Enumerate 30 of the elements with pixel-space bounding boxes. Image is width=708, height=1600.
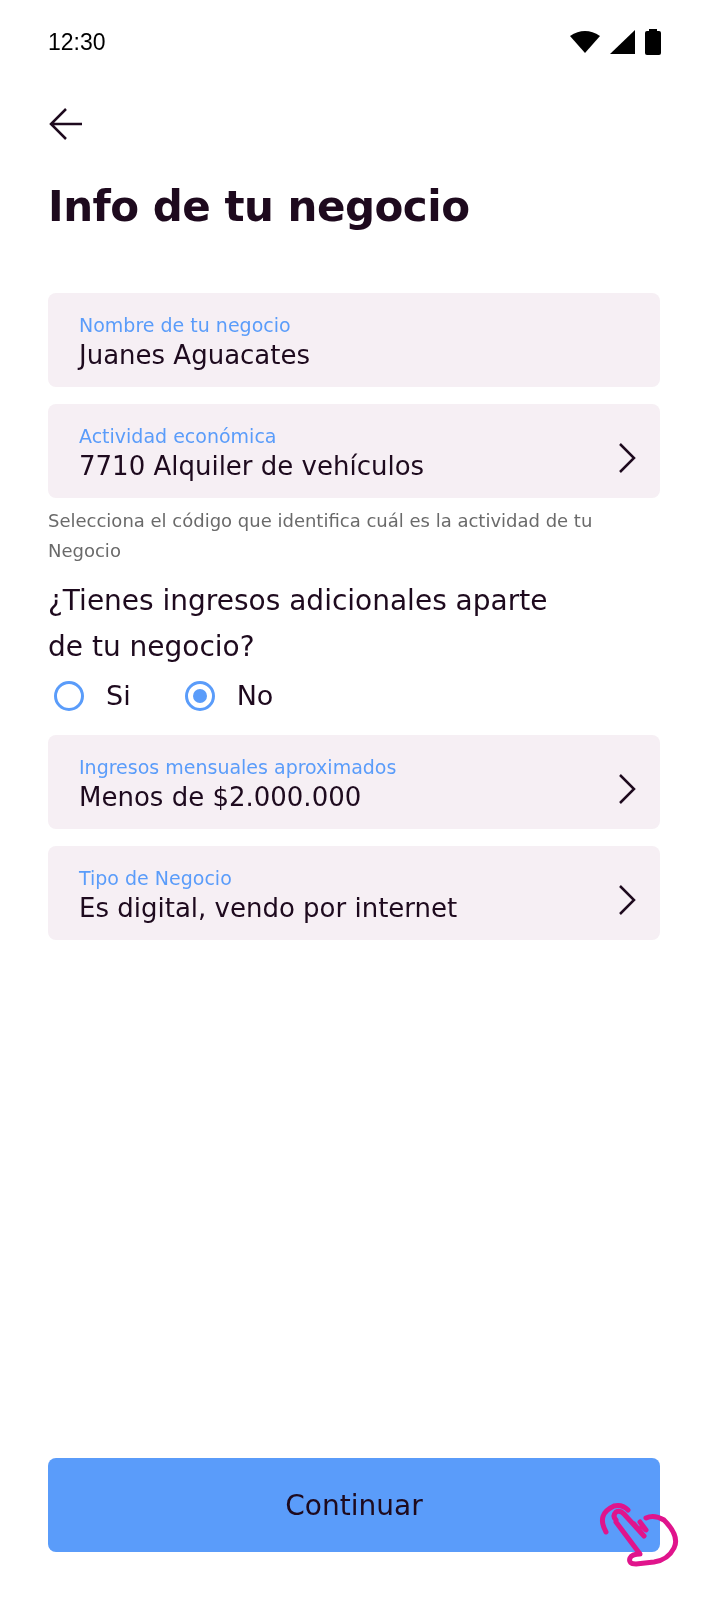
chevron-right-icon bbox=[618, 773, 636, 805]
helper-text: Selecciona el código que identifica cuál es la actividad de tu Negocio bbox=[48, 509, 594, 563]
chevron-right-icon bbox=[618, 442, 636, 474]
field-value: Juanes Aguacates bbox=[79, 339, 311, 372]
radio-label: Si bbox=[106, 680, 131, 711]
question-text: ¿Tienes ingresos adicionales aparte de tu negocio? bbox=[48, 583, 549, 665]
field-label: Nombre de tu negocio bbox=[79, 313, 292, 338]
wifi-icon bbox=[570, 31, 600, 53]
select-field[interactable]: Ingresos mensuales aproximados Menos de $2.000.000 bbox=[48, 735, 660, 829]
radio-icon[interactable] bbox=[54, 680, 84, 711]
field-value: 7710 Alquiler de vehículos bbox=[79, 450, 425, 483]
page-title: Info de tu negocio bbox=[48, 182, 471, 231]
field-value: Es digital, vendo por internet bbox=[79, 892, 458, 925]
select-field[interactable]: Actividad económica 7710 Alquiler de vehículos bbox=[48, 404, 660, 498]
text-field[interactable]: Nombre de tu negocio Juanes Aguacates bbox=[48, 293, 660, 387]
signal-icon bbox=[610, 30, 635, 54]
field-label: Actividad económica bbox=[79, 424, 278, 449]
back-arrow-icon bbox=[48, 106, 84, 142]
radio-icon[interactable] bbox=[184, 680, 215, 711]
radio-option[interactable]: Si bbox=[48, 680, 131, 711]
field-label: Tipo de Negocio bbox=[79, 866, 233, 891]
field-value: Menos de $2.000.000 bbox=[79, 781, 363, 814]
field-label: Ingresos mensuales aproximados bbox=[79, 755, 397, 780]
battery-icon bbox=[645, 29, 661, 55]
radio-option[interactable]: No bbox=[178, 680, 274, 711]
radio-label: No bbox=[236, 680, 274, 711]
select-field[interactable]: Tipo de Negocio Es digital, vendo por internet bbox=[48, 846, 660, 940]
chevron-right-icon bbox=[618, 884, 636, 916]
continue-button[interactable]: Continuar bbox=[48, 1458, 660, 1552]
status-time: 12:30 bbox=[48, 28, 106, 56]
